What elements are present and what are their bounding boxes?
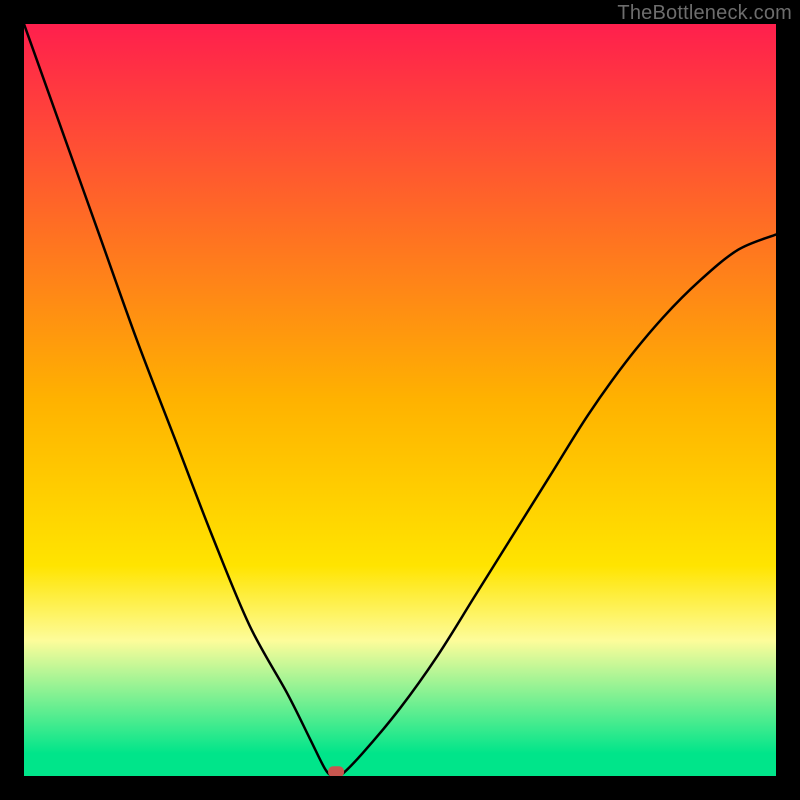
optimum-marker bbox=[328, 766, 344, 776]
watermark-text: TheBottleneck.com bbox=[617, 2, 792, 25]
gradient-background bbox=[24, 24, 776, 776]
plot-area bbox=[24, 24, 776, 776]
chart-frame: TheBottleneck.com bbox=[0, 0, 800, 800]
chart-svg bbox=[24, 24, 776, 776]
